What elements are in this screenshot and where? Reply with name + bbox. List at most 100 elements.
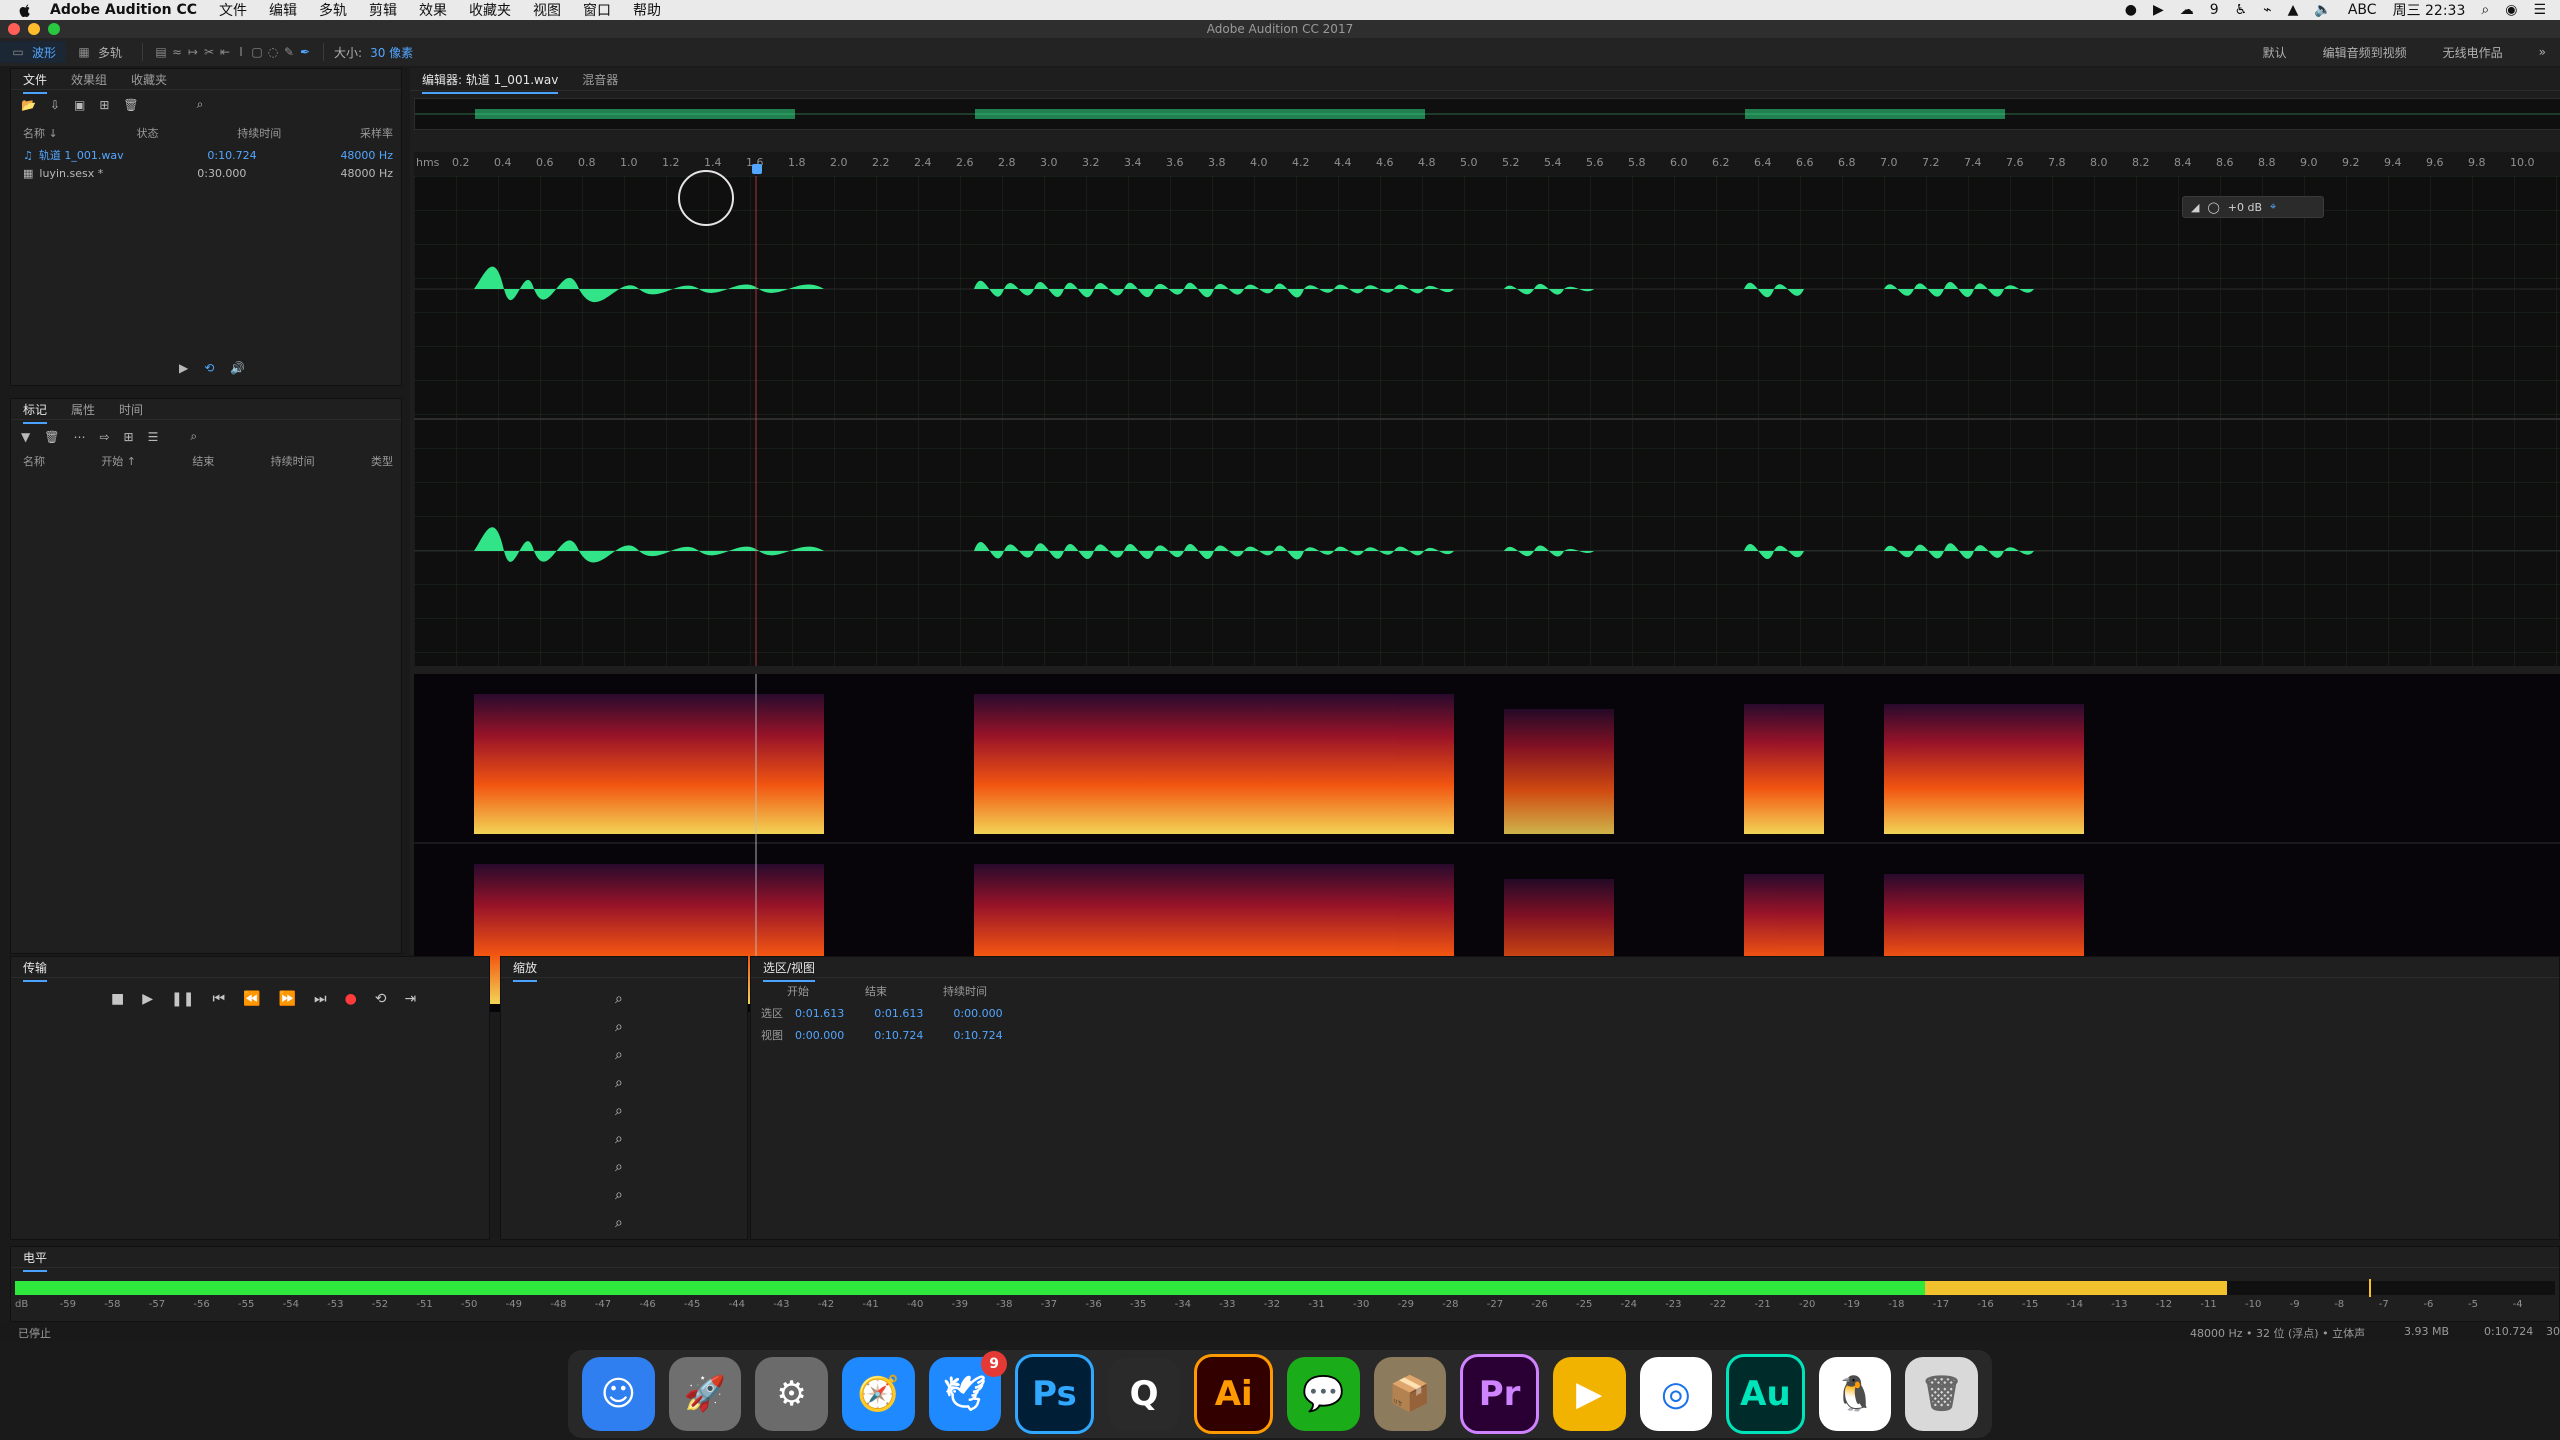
selection-duration[interactable]: 0:00.000: [953, 1007, 1002, 1020]
column-samplerate[interactable]: 采样率: [360, 125, 393, 141]
close-icon[interactable]: [8, 23, 20, 35]
tab-editor[interactable]: 编辑器: 轨道 1_001.wav: [422, 71, 559, 94]
column-type[interactable]: 类型: [371, 453, 393, 469]
maximize-icon[interactable]: [48, 23, 60, 35]
zoom-in-right-icon[interactable]: ⌕: [615, 1159, 623, 1175]
skip-end-icon[interactable]: ⏭: [314, 991, 327, 1007]
menu-multitrack[interactable]: 多轨: [319, 0, 347, 20]
tab-properties[interactable]: 属性: [71, 401, 95, 418]
insert-icon[interactable]: ⊞: [99, 98, 109, 112]
view-start[interactable]: 0:00.000: [795, 1029, 844, 1042]
knob-icon[interactable]: ◯: [2207, 201, 2219, 214]
zoom-out-time-icon[interactable]: ⌕: [615, 1075, 623, 1091]
dock-illustrator[interactable]: Ai: [1194, 1354, 1273, 1434]
accessibility-icon[interactable]: ♿: [2235, 2, 2248, 18]
menu-help[interactable]: 帮助: [633, 0, 661, 20]
slip-tool-icon[interactable]: ⇤: [217, 44, 233, 60]
merge-markers-icon[interactable]: ⋯: [73, 430, 85, 444]
multitrack-mode-button[interactable]: ▦ 多轨: [66, 41, 132, 63]
volume-icon[interactable]: 🔈: [2314, 2, 2331, 18]
skip-start-icon[interactable]: ⏮: [212, 991, 225, 1007]
lasso-tool-icon[interactable]: ◌: [265, 44, 281, 60]
dock-archive-utility[interactable]: 📦: [1373, 1357, 1447, 1431]
play-icon[interactable]: ▶: [179, 361, 188, 375]
wifi-icon[interactable]: ⌁: [2263, 2, 2271, 18]
column-duration[interactable]: 持续时间: [271, 453, 315, 469]
menu-effects[interactable]: 效果: [419, 0, 447, 20]
timeline-ruler[interactable]: hms 0.2 0.4 0.6 0.8 1.0 1.2 1.4 1.6 1.8 2.0 2.2 2.4…: [414, 152, 2560, 176]
zoom-selection-icon[interactable]: ⌕: [615, 1103, 623, 1119]
tab-levels[interactable]: 电平: [23, 1249, 48, 1272]
marquee-tool-icon[interactable]: ▢: [249, 44, 265, 60]
app-name[interactable]: Adobe Audition CC: [50, 2, 197, 18]
open-folder-icon[interactable]: 📂: [21, 98, 36, 112]
spot-healing-tool-icon[interactable]: ✒: [297, 44, 313, 60]
stop-icon[interactable]: ■: [111, 991, 124, 1007]
spectral-frequency-icon[interactable]: ▤: [153, 44, 169, 60]
gain-hud[interactable]: ◢ ◯ +0 dB ⌖: [2182, 196, 2324, 218]
autoplay-icon[interactable]: 🔊: [230, 361, 245, 375]
siri-icon[interactable]: ◉: [2505, 2, 2517, 18]
rewind-icon[interactable]: ⏪: [243, 991, 260, 1007]
loop-icon[interactable]: ⟲: [375, 991, 387, 1007]
dock-finder[interactable]: ☺: [582, 1357, 655, 1431]
gain-value[interactable]: +0 dB: [2228, 201, 2262, 214]
cloud-icon[interactable]: ☁: [2180, 2, 2194, 18]
dock-trash[interactable]: 🗑: [1905, 1357, 1978, 1431]
tab-selection-view[interactable]: 选区/视图: [763, 959, 816, 982]
delete-icon[interactable]: 🗑: [44, 430, 59, 444]
view-end[interactable]: 0:10.724: [874, 1029, 923, 1042]
menu-window[interactable]: 窗口: [583, 0, 611, 20]
airplay-icon[interactable]: ▲: [2288, 2, 2299, 18]
tab-favorites[interactable]: 收藏夹: [131, 71, 167, 88]
time-selection-tool-icon[interactable]: I: [233, 44, 249, 60]
column-name[interactable]: 名称 ↓: [23, 125, 58, 141]
skip-selection-icon[interactable]: ⇥: [405, 991, 417, 1007]
tab-mixer[interactable]: 混音器: [582, 71, 618, 88]
search-icon[interactable]: ⌕: [190, 429, 197, 444]
pin-icon[interactable]: ⌖: [2270, 200, 2276, 214]
import-icon[interactable]: ⇩: [50, 98, 60, 112]
zoom-out-amplitude-icon[interactable]: ⌕: [615, 1019, 623, 1035]
tab-markers[interactable]: 标记: [23, 401, 48, 424]
waveform-mode-button[interactable]: ▭ 波形: [0, 41, 67, 63]
dock-keynote[interactable]: ▶: [1552, 1357, 1626, 1431]
tab-files[interactable]: 文件: [23, 71, 48, 94]
minimize-icon[interactable]: [28, 23, 40, 35]
badge-icon[interactable]: 9: [2210, 2, 2219, 18]
selection-end[interactable]: 0:01.613: [874, 1007, 923, 1020]
tab-effects-rack[interactable]: 效果组: [71, 71, 107, 88]
clock[interactable]: 周三 22:33: [2393, 0, 2466, 20]
move-tool-icon[interactable]: ↦: [185, 44, 201, 60]
list-item[interactable]: ♫ 轨道 1_001.wav 0:10.724 48000 Hz: [23, 147, 393, 163]
brush-tool-icon[interactable]: ✎: [281, 44, 297, 60]
menu-edit[interactable]: 编辑: [269, 0, 297, 20]
pitch-icon[interactable]: ≈: [169, 44, 185, 60]
new-file-icon[interactable]: ▣: [74, 98, 85, 112]
zoom-in-amplitude-icon[interactable]: ⌕: [615, 991, 623, 1007]
more-workspaces-icon[interactable]: »: [2539, 45, 2546, 59]
tab-zoom[interactable]: 缩放: [513, 959, 538, 982]
add-marker-icon[interactable]: ▼: [21, 430, 30, 444]
record-icon[interactable]: ●: [345, 991, 357, 1007]
dock-safari[interactable]: 🧭: [841, 1357, 915, 1431]
playlist-icon[interactable]: ☰: [148, 430, 159, 444]
selection-start[interactable]: 0:01.613: [795, 1007, 844, 1020]
column-start[interactable]: 开始 ↑: [101, 453, 136, 469]
menu-favorites[interactable]: 收藏夹: [469, 0, 511, 20]
delete-icon[interactable]: 🗑: [123, 98, 138, 112]
waveform-view[interactable]: ◢ ◯ +0 dB ⌖: [414, 170, 2560, 666]
notifications-icon[interactable]: ☰: [2533, 2, 2546, 18]
loop-icon[interactable]: ⟲: [204, 361, 214, 375]
tab-time[interactable]: 时间: [119, 401, 143, 418]
dock-quicktime[interactable]: Q: [1107, 1357, 1181, 1431]
dock-feishu[interactable]: 🕊 9: [928, 1351, 1008, 1431]
column-status[interactable]: 状态: [136, 125, 158, 141]
input-method[interactable]: ABC: [2348, 2, 2377, 18]
list-item[interactable]: ▦ luyin.sesx * 0:30.000 48000 Hz: [23, 167, 393, 180]
zoom-in-time-icon[interactable]: ⌕: [615, 1047, 623, 1063]
zoom-selection-edges-icon[interactable]: ⌕: [615, 1187, 623, 1203]
insert-icon[interactable]: ⊞: [124, 430, 134, 444]
column-end[interactable]: 结束: [192, 453, 214, 469]
dock-premiere[interactable]: Pr: [1460, 1354, 1539, 1434]
